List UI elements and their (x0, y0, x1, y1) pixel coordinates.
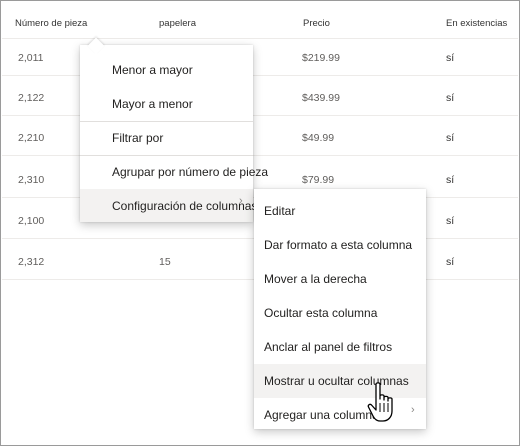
cell-part-number: 2,312 (18, 256, 45, 268)
menu-item-pin-to-filters[interactable]: Anclar al panel de filtros (254, 330, 426, 364)
chevron-right-icon: › (411, 404, 415, 416)
column-header-price[interactable]: Precio (303, 18, 330, 29)
cell-price: $439.99 (302, 92, 340, 104)
column-header-bin[interactable]: papelera (159, 18, 196, 29)
cell-bin: 15 (159, 256, 171, 268)
menu-item-filter-by[interactable]: Filtrar por (80, 121, 253, 155)
cell-in-stock: sí (446, 215, 455, 227)
column-header-part-number[interactable]: Número de pieza (15, 18, 87, 29)
cell-in-stock: sí (446, 132, 455, 144)
cell-part-number: 2,122 (18, 92, 45, 104)
cell-in-stock: sí (446, 92, 455, 104)
menu-item-hide-column[interactable]: Ocultar esta columna (254, 296, 426, 330)
menu-item-column-settings[interactable]: Configuración de columnas (80, 189, 257, 222)
menu-item-move-right[interactable]: Mover a la derecha (254, 262, 426, 296)
cell-in-stock: sí (446, 52, 455, 64)
hand-pointer-icon (367, 382, 393, 422)
list-view: Número de pieza papelera Precio En exist… (0, 0, 520, 446)
menu-item-format-column[interactable]: Dar formato a esta columna (254, 228, 426, 262)
cell-in-stock: sí (446, 174, 455, 186)
cell-price: $79.99 (302, 174, 335, 186)
cell-part-number: 2,210 (18, 132, 45, 144)
cell-price: $219.99 (302, 52, 340, 64)
menu-item-group-by[interactable]: Agrupar por número de pieza (80, 155, 268, 189)
cell-part-number: 2,310 (18, 174, 45, 186)
cell-price: $49.99 (302, 132, 335, 144)
menu-item-edit[interactable]: Editar (254, 194, 426, 228)
cell-part-number: 2,100 (18, 215, 45, 227)
chevron-right-icon: › (239, 195, 243, 207)
menu-item-sort-descending[interactable]: Mayor a menor (80, 87, 253, 121)
column-context-menu: Menor a mayor Mayor a menor Filtrar por … (80, 37, 268, 222)
cell-in-stock: sí (446, 256, 455, 268)
cell-part-number: 2,011 (18, 52, 44, 64)
column-header-in-stock[interactable]: En existencias (446, 18, 507, 29)
menu-item-sort-ascending[interactable]: Menor a mayor (80, 53, 253, 87)
